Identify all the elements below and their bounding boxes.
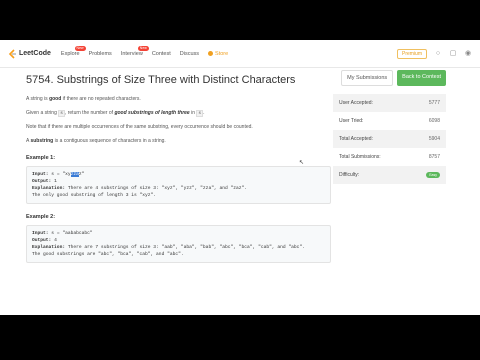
example-1-block: Input: s = "xyzzaz" Output: 1 Explanatio… — [26, 166, 331, 204]
p4-bold: substring — [30, 138, 54, 144]
ex1-explanation-line2: The only good substring of length 3 is "… — [32, 193, 157, 198]
nav-problems[interactable]: Problems — [89, 51, 112, 57]
problem-title: 5754. Substrings of Size Three with Dist… — [26, 74, 296, 86]
stat-label: User Tried: — [339, 118, 364, 124]
stat-label: Total Submissions: — [339, 154, 381, 160]
stat-row-user-tried: User Tried: 6098 — [333, 112, 446, 130]
example-1-heading: Example 1: — [26, 155, 56, 161]
ex1-output-value: 1 — [51, 179, 57, 184]
p2-post: . — [203, 110, 205, 116]
ex2-explanation-line2: The good substrings are "abc", "bca", "c… — [32, 252, 184, 257]
ex1-explanation-label: Explanation: — [32, 186, 66, 191]
back-to-contest-button[interactable]: Back to Contest — [397, 70, 446, 86]
stat-row-difficulty: Difficulty: Easy — [333, 166, 446, 184]
paragraph-substring-definition: A substring is a contiguous sequence of … — [26, 138, 331, 145]
p2-mid: , return the number of — [64, 110, 115, 116]
nav-discuss-label: Discuss — [179, 50, 200, 57]
nav-store-label: Store — [215, 50, 229, 57]
stat-row-total-submissions: Total Submissions: 8757 — [333, 148, 446, 166]
stat-row-user-accepted: User Accepted: 5777 — [333, 94, 446, 112]
ex1-input-selection: zza — [70, 172, 79, 177]
difficulty-badge: Easy — [426, 172, 440, 178]
ex1-input-post: z" — [78, 172, 85, 177]
notification-bell-icon[interactable]: ○ — [434, 50, 442, 58]
problem-description: 5754. Substrings of Size Three with Dist… — [26, 74, 331, 263]
ex1-input-label: Input: — [32, 172, 49, 177]
ex1-explanation-value: There are 4 substrings of size 3: "xyz",… — [65, 186, 248, 191]
p2-code: s — [58, 110, 65, 117]
ex1-input-pre: s = "xy — [48, 172, 71, 177]
p2-pre: Given a string — [26, 110, 59, 116]
nav-interview[interactable]: Interview New — [120, 45, 149, 57]
paragraph-task: Given a string s, return the number of g… — [26, 110, 331, 117]
leetcode-logo-icon — [8, 48, 17, 59]
stat-value: 6098 — [428, 118, 440, 124]
p1-pre: A string is — [26, 96, 50, 102]
stats-table: User Accepted: 5777 User Tried: 6098 Total… — [333, 94, 446, 184]
nav-interview-label: Interview — [120, 50, 143, 57]
p1-bold: good — [49, 96, 62, 102]
paragraph-good-definition: A string is good if there are no repeate… — [26, 96, 331, 103]
nav-explore-badge: New — [74, 45, 86, 51]
example-2-heading: Example 2: — [26, 214, 56, 220]
ex2-explanation-label: Explanation: — [32, 245, 66, 250]
p1-post: if there are no repeated characters. — [61, 96, 141, 102]
ex2-input-value: s = "aababcabc" — [48, 231, 93, 236]
ex2-input-label: Input: — [32, 231, 49, 236]
ex2-explanation-value: There are 7 substrings of size 3: "aab",… — [65, 245, 305, 250]
nav-contest-label: Contest — [151, 50, 171, 57]
stat-label: User Accepted: — [339, 100, 373, 106]
mouse-cursor-icon: ↖ — [299, 160, 305, 166]
logo[interactable]: LeetCode — [8, 48, 51, 59]
avatar[interactable]: ◉ — [464, 50, 472, 58]
my-submissions-button[interactable]: My Submissions — [341, 70, 394, 86]
stat-value: 5777 — [428, 100, 440, 106]
cart-icon[interactable]: ▢ — [449, 50, 457, 58]
nav-discuss[interactable]: Discuss — [180, 51, 199, 57]
store-icon — [208, 51, 214, 56]
contest-sidebar: My Submissions Back to Contest User Acce… — [333, 70, 446, 184]
ex2-output-value: 4 — [51, 238, 57, 243]
p4-post: is a contiguous sequence of characters i… — [53, 138, 166, 144]
example-2-block: Input: s = "aababcabc" Output: 4 Explana… — [26, 225, 331, 263]
browser-viewport: LeetCode Explore New Problems Interview Ne… — [0, 40, 480, 315]
stat-row-total-accepted: Total Accepted: 5904 — [333, 130, 446, 148]
stat-value: 5904 — [428, 136, 440, 142]
nav-problems-label: Problems — [88, 50, 112, 57]
p2-bold: good substrings of length three — [114, 110, 190, 116]
ex2-output-label: Output: — [32, 238, 52, 243]
nav-interview-badge: New — [137, 45, 149, 51]
logo-text: LeetCode — [19, 50, 51, 57]
nav-explore-label: Explore — [60, 50, 80, 57]
stat-value: 8757 — [428, 154, 440, 160]
stat-label: Total Accepted: — [339, 136, 373, 142]
premium-button[interactable]: Premium — [396, 48, 427, 59]
top-navbar: LeetCode Explore New Problems Interview Ne… — [0, 40, 480, 68]
paragraph-note: Note that if there are multiple occurren… — [26, 124, 253, 130]
nav-right-group: Premium ○ ▢ ◉ — [396, 48, 472, 59]
nav-store[interactable]: Store — [208, 51, 228, 57]
nav-contest[interactable]: Contest — [152, 51, 171, 57]
nav-explore[interactable]: Explore New — [60, 45, 86, 57]
stat-label: Difficulty: — [339, 172, 360, 178]
ex1-output-label: Output: — [32, 179, 52, 184]
sidebar-buttons: My Submissions Back to Contest — [333, 70, 446, 86]
